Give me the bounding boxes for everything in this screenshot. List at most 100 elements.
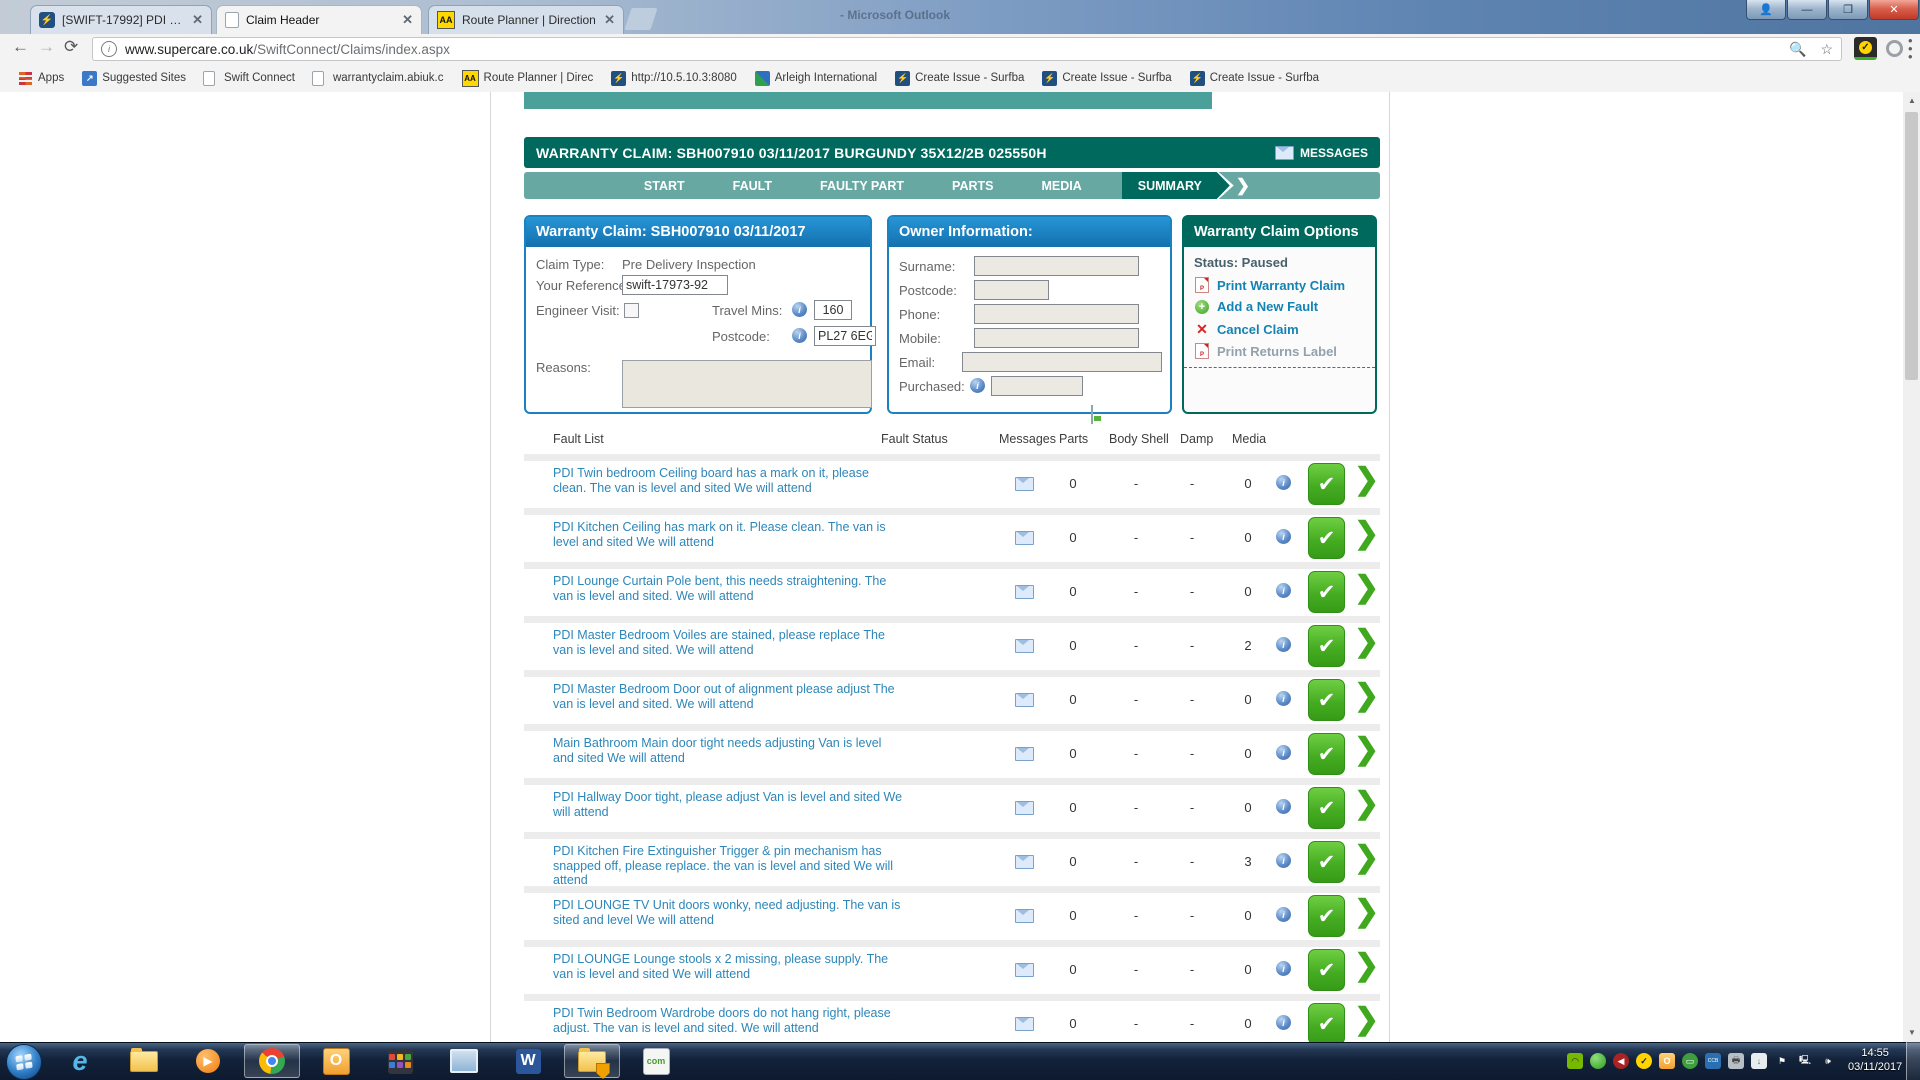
bookmark-apps[interactable]: Apps (18, 71, 64, 86)
info-icon[interactable]: i (1276, 853, 1291, 868)
bookmark-jira-server[interactable]: ⚡http://10.5.10.3:8080 (611, 71, 737, 86)
fault-link[interactable]: PDI LOUNGE TV Unit doors wonky, need adj… (553, 898, 905, 927)
info-icon[interactable]: i (1276, 799, 1291, 814)
open-fault-chevron[interactable]: ❯ (1354, 624, 1379, 659)
print-warranty-claim-link[interactable]: P Print Warranty Claim (1194, 277, 1345, 293)
ccb-icon[interactable]: CCB (1705, 1053, 1721, 1069)
action-center-flag-icon[interactable]: ⚑ (1774, 1053, 1790, 1069)
fault-link[interactable]: PDI Hallway Door tight, please adjust Va… (553, 790, 905, 819)
page-info-icon[interactable]: i (101, 41, 117, 57)
open-fault-chevron[interactable]: ❯ (1354, 732, 1379, 767)
taskbar-display-app[interactable] (436, 1044, 492, 1078)
bookmark-arleigh[interactable]: Arleigh International (755, 71, 877, 86)
taskbar-clock[interactable]: 14:55 03/11/2017 (1848, 1046, 1902, 1074)
message-envelope-icon[interactable] (1015, 801, 1034, 815)
reasons-textarea[interactable] (622, 360, 872, 408)
bookmark-swift-connect[interactable]: Swift Connect (204, 71, 295, 86)
bookmark-star-icon[interactable]: ☆ (1820, 41, 1833, 58)
info-icon[interactable]: i (1276, 637, 1291, 652)
fault-complete-button[interactable]: ✔ (1308, 1003, 1345, 1045)
fault-link[interactable]: Main Bathroom Main door tight needs adju… (553, 736, 905, 765)
mobile-input[interactable] (974, 328, 1139, 348)
fault-link[interactable]: PDI Twin Bedroom Wardrobe doors do not h… (553, 1006, 905, 1035)
url-text[interactable]: www.supercare.co.uk/SwiftConnect/Claims/… (125, 42, 1775, 57)
open-fault-chevron[interactable]: ❯ (1354, 678, 1379, 713)
open-fault-chevron[interactable]: ❯ (1354, 840, 1379, 875)
message-envelope-icon[interactable] (1015, 693, 1034, 707)
install-icon[interactable]: ↓ (1751, 1053, 1767, 1069)
message-envelope-icon[interactable] (1015, 747, 1034, 761)
owner-postcode-input[interactable] (974, 280, 1049, 300)
taskbar-secure-folder[interactable] (564, 1044, 620, 1078)
message-envelope-icon[interactable] (1015, 639, 1034, 653)
norton-tray-icon[interactable]: ✓ (1636, 1053, 1652, 1069)
step-media[interactable]: MEDIA (1041, 179, 1081, 193)
fault-complete-button[interactable]: ✔ (1308, 949, 1345, 991)
scrollbar-thumb[interactable] (1905, 112, 1918, 380)
info-icon[interactable]: i (1276, 583, 1291, 598)
phone-input[interactable] (974, 304, 1139, 324)
bookmark-warrantyclaim[interactable]: warrantyclaim.abiuk.c (313, 71, 444, 86)
message-envelope-icon[interactable] (1015, 855, 1034, 869)
fault-complete-button[interactable]: ✔ (1308, 625, 1345, 667)
info-icon[interactable]: i (1276, 745, 1291, 760)
email-input[interactable] (962, 352, 1162, 372)
messages-link[interactable]: MESSAGES (1275, 146, 1368, 160)
taskbar-app-grid[interactable] (372, 1044, 428, 1078)
print-returns-label-link[interactable]: P Print Returns Label (1194, 343, 1337, 359)
start-button[interactable] (6, 1044, 42, 1080)
restore-button[interactable]: ❐ (1828, 0, 1868, 20)
message-envelope-icon[interactable] (1015, 909, 1034, 923)
travel-postcode-input[interactable] (814, 326, 876, 346)
fault-link[interactable]: PDI Master Bedroom Voiles are stained, p… (553, 628, 905, 657)
fault-complete-button[interactable]: ✔ (1308, 841, 1345, 883)
printer-status-icon[interactable]: ▭ (1682, 1053, 1698, 1069)
info-icon[interactable]: i (1276, 475, 1291, 490)
open-fault-chevron[interactable]: ❯ (1354, 462, 1379, 497)
open-fault-chevron[interactable]: ❯ (1354, 948, 1379, 983)
message-envelope-icon[interactable] (1015, 1017, 1034, 1031)
info-icon[interactable]: i (1276, 691, 1291, 706)
show-desktop-button[interactable] (1906, 1042, 1920, 1080)
printer-icon[interactable]: 🖶 (1728, 1053, 1744, 1069)
engineer-visit-checkbox[interactable] (624, 303, 639, 318)
tab-close-icon[interactable]: ✕ (192, 12, 203, 28)
step-faulty-part[interactable]: FAULTY PART (820, 179, 904, 193)
outlook-tray-icon[interactable]: O (1659, 1053, 1675, 1069)
scroll-up-icon[interactable]: ▲ (1908, 96, 1916, 105)
info-icon[interactable]: i (1276, 907, 1291, 922)
nvidia-icon[interactable]: ◠ (1567, 1053, 1583, 1069)
scroll-down-icon[interactable]: ▼ (1908, 1028, 1916, 1037)
taskbar-media-player[interactable]: ▶ (180, 1044, 236, 1078)
taskbar-explorer[interactable] (116, 1044, 172, 1078)
fault-complete-button[interactable]: ✔ (1308, 895, 1345, 937)
tab-swift-17992[interactable]: ⚡ [SWIFT-17992] PDI - Hall ✕ (30, 5, 212, 34)
fault-complete-button[interactable]: ✔ (1308, 787, 1345, 829)
info-icon[interactable]: i (1276, 1015, 1291, 1030)
step-fault[interactable]: FAULT (733, 179, 772, 193)
bookmark-create-issue-2[interactable]: ⚡Create Issue - Surfba (1042, 71, 1171, 86)
fault-complete-button[interactable]: ✔ (1308, 679, 1345, 721)
taskbar-com-app[interactable]: com (628, 1044, 684, 1078)
account-icon[interactable] (1886, 40, 1903, 57)
info-icon[interactable]: i (1276, 529, 1291, 544)
message-envelope-icon[interactable] (1015, 531, 1034, 545)
fault-link[interactable]: PDI Kitchen Ceiling has mark on it. Plea… (553, 520, 905, 549)
bookmark-create-issue-3[interactable]: ⚡Create Issue - Surfba (1190, 71, 1319, 86)
step-start[interactable]: START (644, 179, 685, 193)
open-fault-chevron[interactable]: ❯ (1354, 516, 1379, 551)
fault-complete-button[interactable]: ✔ (1308, 517, 1345, 559)
message-envelope-icon[interactable] (1015, 585, 1034, 599)
open-fault-chevron[interactable]: ❯ (1354, 786, 1379, 821)
info-icon[interactable]: i (792, 328, 807, 343)
message-envelope-icon[interactable] (1015, 477, 1034, 491)
chrome-menu-icon[interactable]: ••• (1908, 37, 1913, 61)
taskbar-chrome[interactable] (244, 1044, 300, 1078)
cancel-claim-link[interactable]: ✕ Cancel Claim (1194, 321, 1299, 338)
open-fault-chevron[interactable]: ❯ (1354, 570, 1379, 605)
forward-button[interactable]: → (38, 37, 55, 57)
fault-complete-button[interactable]: ✔ (1308, 463, 1345, 505)
zoom-indicator-icon[interactable]: 🔍 (1789, 41, 1806, 58)
audio-alert-icon[interactable]: ◀ (1613, 1053, 1629, 1069)
bookmark-route-planner[interactable]: AARoute Planner | Direc (462, 70, 594, 87)
